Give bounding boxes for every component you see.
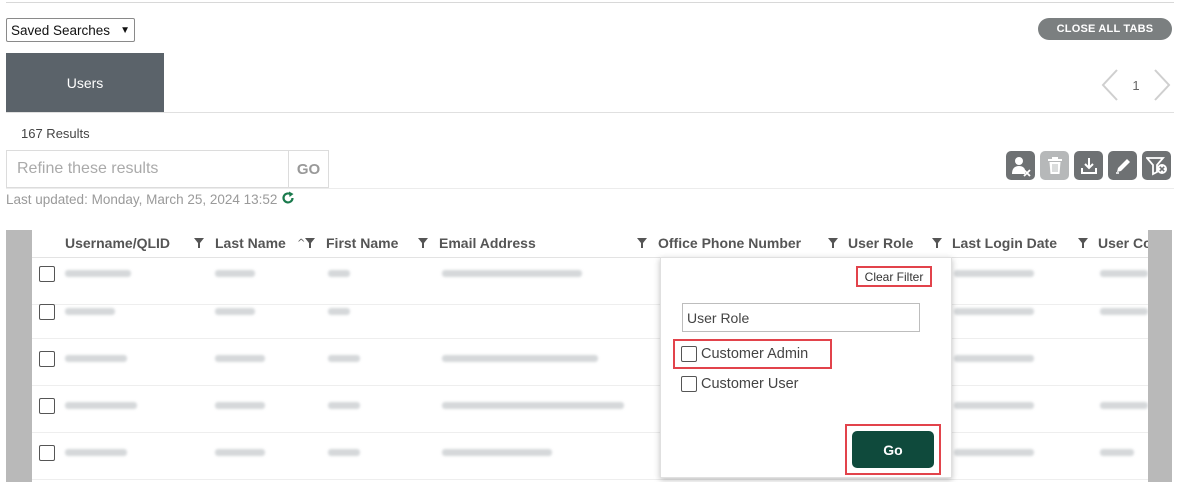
blurred-cell: [65, 449, 127, 456]
trash-icon[interactable]: [1040, 151, 1069, 180]
edit-pencil-icon[interactable]: [1108, 151, 1137, 180]
option-label: Customer Admin: [701, 346, 809, 362]
last-updated: Last updated: Monday, March 25, 2024 13:…: [6, 191, 295, 208]
action-toolbar: [1006, 151, 1171, 180]
saved-searches-label: Saved Searches: [11, 22, 111, 38]
refine-go-button[interactable]: GO: [288, 151, 328, 187]
clear-filter-button[interactable]: Clear Filter: [856, 266, 932, 287]
blurred-cell: [328, 402, 360, 409]
user-role-search-input[interactable]: User Role: [682, 303, 920, 332]
filter-icon[interactable]: [194, 238, 204, 248]
column-header-username[interactable]: Username/QLID: [65, 235, 170, 251]
top-divider: [6, 2, 1174, 3]
blurred-cell: [1100, 402, 1148, 409]
download-icon[interactable]: [1074, 151, 1103, 180]
prev-page-icon[interactable]: [1100, 68, 1120, 102]
checkbox[interactable]: [681, 346, 697, 362]
table-row[interactable]: [32, 433, 1148, 480]
next-page-icon[interactable]: [1152, 68, 1172, 102]
table-header: Username/QLID Last Name ^ First Name Ema…: [32, 230, 1148, 258]
blurred-cell: [954, 355, 1034, 362]
blurred-cell: [328, 270, 350, 277]
blurred-cell: [65, 355, 127, 362]
blurred-cell: [215, 270, 255, 277]
row-checkbox[interactable]: [39, 351, 55, 367]
blurred-cell: [215, 402, 265, 409]
column-header-last-login[interactable]: Last Login Date: [952, 235, 1057, 251]
filter-go-button[interactable]: Go: [852, 431, 934, 468]
tab-divider: [6, 112, 1174, 113]
blurred-cell: [328, 449, 360, 456]
table-row[interactable]: [32, 386, 1148, 433]
column-header-office-phone[interactable]: Office Phone Number: [658, 235, 801, 251]
column-header-first-name[interactable]: First Name: [326, 235, 398, 251]
column-header-user-company[interactable]: User Co: [1098, 235, 1148, 251]
saved-searches-select[interactable]: Saved Searches ▼: [6, 18, 135, 42]
blurred-cell: [954, 402, 1034, 409]
column-header-email[interactable]: Email Address: [439, 235, 536, 251]
option-label: Customer User: [701, 376, 799, 392]
filter-icon[interactable]: [932, 238, 942, 248]
refine-search: GO: [6, 150, 329, 188]
refresh-icon[interactable]: [281, 191, 295, 208]
option-customer-admin[interactable]: Customer Admin: [673, 339, 832, 369]
blurred-cell: [954, 449, 1034, 456]
page-number: 1: [1132, 77, 1140, 93]
option-customer-user[interactable]: Customer User: [681, 372, 799, 396]
last-updated-text: Last updated: Monday, March 25, 2024 13:…: [6, 192, 278, 207]
blurred-cell: [954, 308, 1034, 315]
row-checkbox[interactable]: [39, 266, 55, 282]
filter-icon[interactable]: [418, 238, 428, 248]
blurred-cell: [215, 308, 255, 315]
chevron-down-icon: ▼: [120, 24, 130, 36]
column-header-user-role[interactable]: User Role: [848, 235, 913, 251]
blurred-cell: [65, 308, 115, 315]
blurred-cell: [442, 355, 598, 362]
filter-icon[interactable]: [828, 238, 838, 248]
blurred-cell: [328, 355, 360, 362]
blurred-cell: [65, 402, 137, 409]
blurred-cell: [442, 270, 582, 277]
clear-filter-icon[interactable]: [1142, 151, 1171, 180]
blurred-cell: [442, 449, 552, 456]
close-all-tabs-button[interactable]: CLOSE ALL TABS: [1038, 18, 1172, 40]
table-row[interactable]: [32, 339, 1148, 386]
blurred-cell: [1100, 308, 1148, 315]
blurred-cell: [1100, 449, 1134, 456]
filter-icon[interactable]: [1078, 238, 1088, 248]
blurred-cell: [442, 402, 624, 409]
filter-icon[interactable]: [637, 238, 647, 248]
blurred-cell: [215, 449, 265, 456]
blurred-cell: [328, 308, 350, 315]
users-table-container: Username/QLID Last Name ^ First Name Ema…: [6, 230, 1172, 482]
checkbox[interactable]: [681, 376, 697, 392]
refine-input[interactable]: [7, 151, 288, 187]
users-table: Username/QLID Last Name ^ First Name Ema…: [32, 230, 1148, 482]
go-button-highlight: Go: [845, 424, 941, 475]
row-checkbox[interactable]: [39, 304, 55, 320]
blurred-cell: [954, 270, 1034, 277]
table-row[interactable]: [32, 292, 1148, 339]
pager: 1: [1100, 66, 1172, 104]
blurred-cell: [215, 355, 265, 362]
blurred-cell: [1100, 270, 1148, 277]
toolbar-divider: [6, 188, 1174, 189]
user-role-filter-popup: Clear Filter User Role Customer Admin Cu…: [660, 257, 952, 478]
filter-icon[interactable]: [305, 238, 315, 248]
results-count: 167 Results: [21, 126, 90, 141]
blurred-cell: [65, 270, 131, 277]
tab-users[interactable]: Users: [6, 53, 164, 112]
row-checkbox[interactable]: [39, 445, 55, 461]
column-header-last-name[interactable]: Last Name: [215, 235, 286, 251]
row-checkbox[interactable]: [39, 398, 55, 414]
remove-user-icon[interactable]: [1006, 151, 1035, 180]
